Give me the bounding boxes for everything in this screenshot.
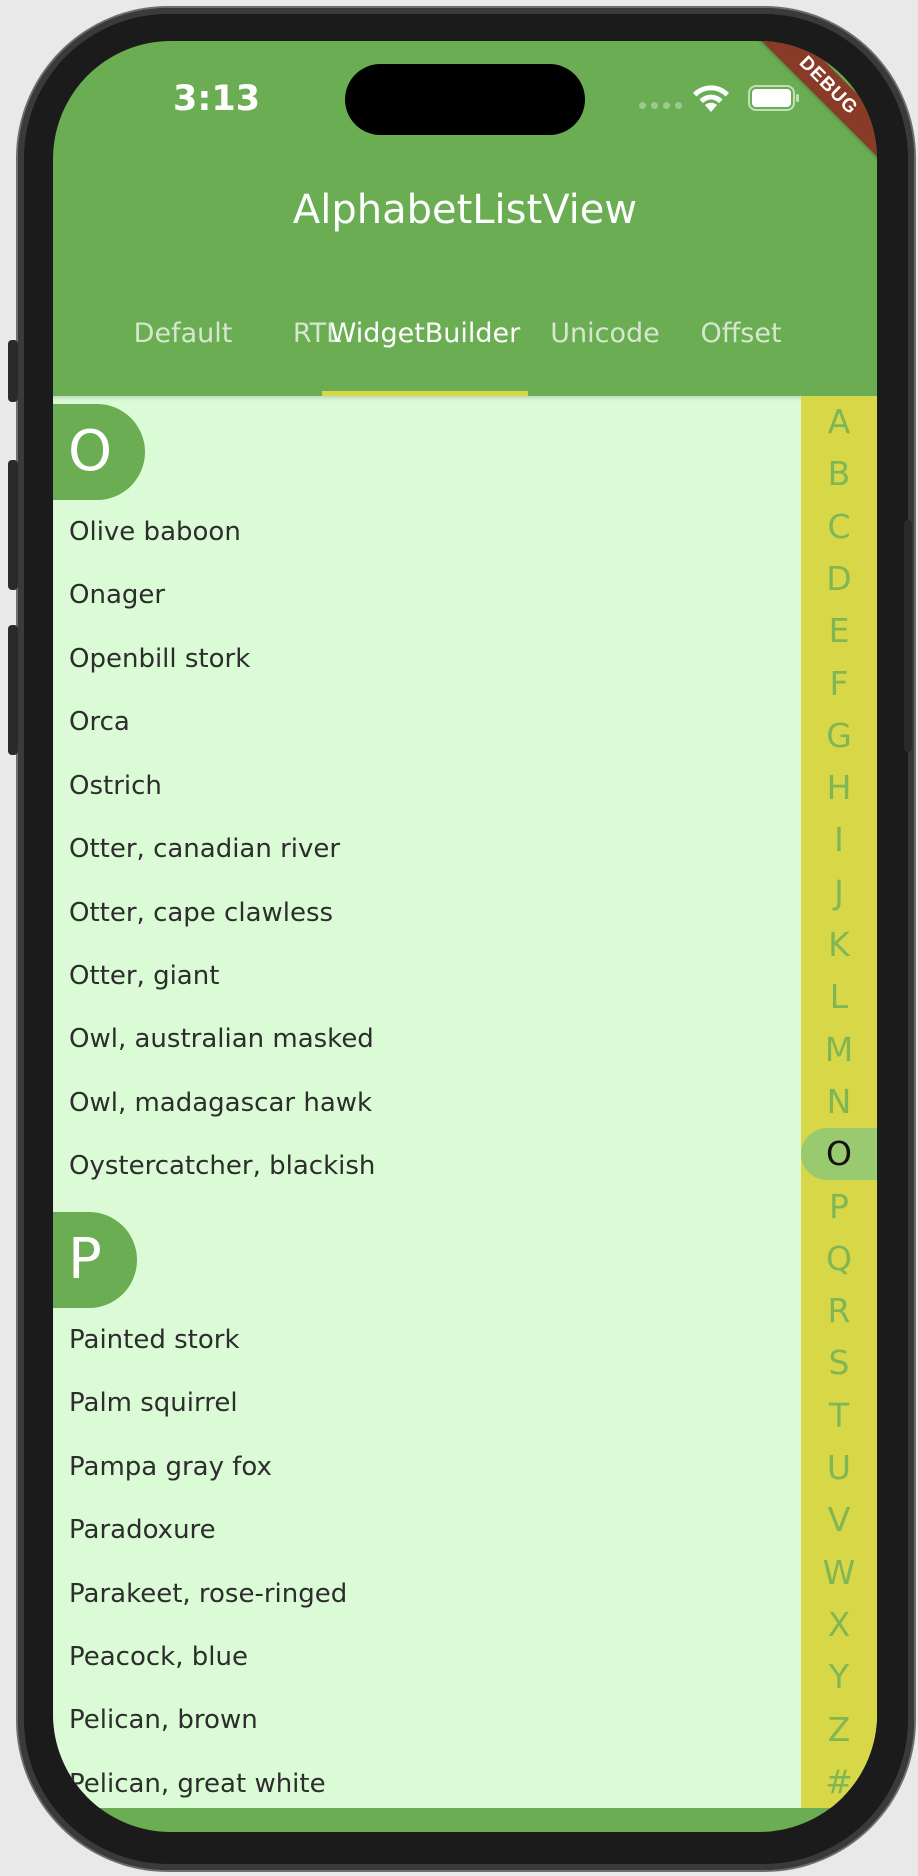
list-item[interactable]: Pelican, great white: [69, 1769, 326, 1799]
index-letter-x[interactable]: X: [801, 1599, 877, 1651]
list-item[interactable]: Palm squirrel: [69, 1388, 238, 1418]
index-letter-p[interactable]: P: [801, 1181, 877, 1233]
section-header-o: O: [53, 404, 145, 500]
app-title: AlphabetListView: [292, 187, 638, 233]
index-letter-y[interactable]: Y: [801, 1651, 877, 1703]
tab-offset[interactable]: Offset: [685, 283, 797, 396]
index-letter-w[interactable]: W: [801, 1547, 877, 1599]
list-item[interactable]: Painted stork: [69, 1325, 240, 1355]
index-letter-h[interactable]: H: [801, 762, 877, 814]
index-letter-q[interactable]: Q: [801, 1233, 877, 1285]
alphabet-index-bar[interactable]: A B C D E F G H I J K L M N O P Q R S T U V W X Y Z #: [801, 396, 877, 1808]
animal-list[interactable]: O Olive baboon Onager Openbill stork Orc…: [53, 396, 801, 1808]
battery-icon: [748, 85, 799, 111]
index-letter-d[interactable]: D: [801, 553, 877, 605]
list-item[interactable]: Otter, canadian river: [69, 834, 340, 864]
index-letter-l[interactable]: L: [801, 971, 877, 1023]
action-button: [8, 340, 18, 402]
index-letter-e[interactable]: E: [801, 605, 877, 657]
wifi-icon: [693, 85, 729, 112]
index-letter-z[interactable]: Z: [801, 1704, 877, 1756]
index-letter-i[interactable]: I: [801, 814, 877, 866]
list-item[interactable]: Owl, australian masked: [69, 1024, 374, 1054]
tab-unicode[interactable]: Unicode: [545, 283, 665, 396]
index-letter-o[interactable]: O: [801, 1128, 877, 1180]
app-bar: AlphabetListView: [53, 153, 877, 283]
list-item[interactable]: Peacock, blue: [69, 1642, 248, 1672]
index-letter-g[interactable]: G: [801, 710, 877, 762]
volume-up-button: [8, 460, 18, 590]
index-letter-t[interactable]: T: [801, 1390, 877, 1442]
dynamic-island: [345, 64, 585, 135]
power-button: [904, 520, 912, 752]
tab-default[interactable]: Default: [113, 283, 253, 396]
index-letter-s[interactable]: S: [801, 1337, 877, 1389]
tab-bar: Default RTL WidgetBuilder Unicode Offset: [53, 283, 877, 396]
index-letter-hash[interactable]: #: [801, 1756, 877, 1808]
list-item[interactable]: Pampa gray fox: [69, 1452, 272, 1482]
list-item[interactable]: Pelican, brown: [69, 1705, 258, 1735]
status-time: 3:13: [173, 79, 261, 119]
list-item[interactable]: Owl, madagascar hawk: [69, 1088, 372, 1118]
index-letter-k[interactable]: K: [801, 919, 877, 971]
index-letter-n[interactable]: N: [801, 1076, 877, 1128]
index-letter-c[interactable]: C: [801, 501, 877, 553]
tab-widgetbuilder[interactable]: WidgetBuilder: [322, 283, 528, 396]
list-item[interactable]: Openbill stork: [69, 644, 250, 674]
volume-down-button: [8, 625, 18, 755]
list-item[interactable]: Parakeet, rose-ringed: [69, 1579, 347, 1609]
list-item[interactable]: Ostrich: [69, 771, 162, 801]
section-header-p: P: [53, 1212, 137, 1308]
index-letter-j[interactable]: J: [801, 867, 877, 919]
index-letter-a[interactable]: A: [801, 396, 877, 448]
list-item[interactable]: Olive baboon: [69, 517, 241, 547]
list-item[interactable]: Paradoxure: [69, 1515, 216, 1545]
alphabet-list-content: O Olive baboon Onager Openbill stork Orc…: [53, 396, 877, 1808]
status-bar: 3:13 DEBUG: [53, 41, 877, 164]
index-letter-f[interactable]: F: [801, 658, 877, 710]
index-letter-v[interactable]: V: [801, 1494, 877, 1546]
list-item[interactable]: Oystercatcher, blackish: [69, 1151, 375, 1181]
device-screen: 3:13 DEBUG AlphabetListView Default RTL …: [53, 41, 877, 1832]
list-item[interactable]: Onager: [69, 580, 165, 610]
list-item[interactable]: Otter, giant: [69, 961, 219, 991]
index-letter-m[interactable]: M: [801, 1024, 877, 1076]
index-letter-b[interactable]: B: [801, 448, 877, 500]
list-item[interactable]: Otter, cape clawless: [69, 898, 333, 928]
list-item[interactable]: Orca: [69, 707, 130, 737]
index-letter-r[interactable]: R: [801, 1285, 877, 1337]
bottom-bar: [53, 1808, 877, 1832]
cellular-signal-icon: [639, 102, 682, 109]
index-letter-u[interactable]: U: [801, 1442, 877, 1494]
